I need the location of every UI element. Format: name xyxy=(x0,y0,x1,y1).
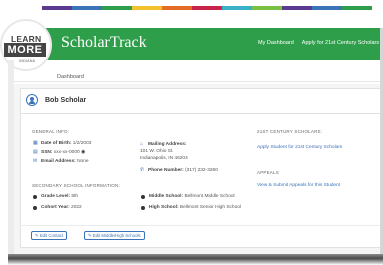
home-icon: ⌂ xyxy=(140,141,144,147)
middle-school-bullet xyxy=(141,195,145,199)
middle-school-label: Middle School: xyxy=(149,194,184,199)
phone-icon: ✆ xyxy=(140,167,145,173)
high-school-label: High School: xyxy=(149,205,179,210)
cohort-value: 2022 xyxy=(71,205,82,210)
phone-row: Phone Number: (317) 232-3260 xyxy=(148,168,218,173)
ssn-label: SSN: xyxy=(41,150,53,155)
cohort-row: Cohort Year: 2022 xyxy=(41,205,82,210)
email-value: None xyxy=(77,159,89,164)
phone-label: Phone Number: xyxy=(148,168,184,173)
brand-color-stripe xyxy=(42,6,372,10)
stripe-segment xyxy=(72,6,102,10)
general-info-heading: GENERAL INFO: xyxy=(32,129,70,134)
edit-schools-label: Edit Middle/High Schools xyxy=(92,233,141,238)
email-label: Email Address: xyxy=(41,159,76,164)
ssn-value: xxx-xx-0000 xyxy=(53,150,80,155)
user-avatar-body xyxy=(29,101,35,104)
stripe-segment xyxy=(102,6,132,10)
id-card-icon: ▤ xyxy=(33,149,38,155)
stripe-segment xyxy=(342,6,372,10)
appeals-heading: APPEALS xyxy=(257,170,279,175)
mailing-label: Mailing Address: xyxy=(148,142,187,147)
high-school-row: High School: Bellmont Senior High School xyxy=(149,205,241,210)
app-brand-title[interactable]: ScholarTrack xyxy=(61,34,147,52)
nav-links: My Dashboard Apply for 21st Century Scho… xyxy=(258,40,383,46)
mailing-line2: Indianapolis, IN 46204 xyxy=(140,156,188,161)
nav-link-dashboard[interactable]: My Dashboard xyxy=(258,40,294,46)
ssn-row: SSN: xxx-xx-0000 ◉ xyxy=(41,150,85,155)
edit-contact-button[interactable]: ✎ Edit Contact xyxy=(31,231,68,240)
calendar-icon: ▦ xyxy=(33,140,38,146)
middle-school-row: Middle School: Bellmont Middle School xyxy=(149,194,235,199)
stripe-segment xyxy=(282,6,312,10)
stripe-segment xyxy=(222,6,252,10)
edit-schools-button[interactable]: ✎ Edit Middle/High Schools xyxy=(84,231,145,240)
view-submit-appeals-link[interactable]: View & Submit Appeals for this Student xyxy=(257,183,340,188)
dob-row: Date of Birth: 1/2/2003 xyxy=(41,141,91,146)
stripe-segment xyxy=(192,6,222,10)
reveal-eye-icon[interactable]: ◉ xyxy=(81,150,85,155)
pencil-icon: ✎ xyxy=(88,233,92,238)
high-school-bullet xyxy=(141,206,145,210)
stripe-segment xyxy=(42,6,72,10)
stripe-segment xyxy=(312,6,342,10)
stripe-segment xyxy=(132,6,162,10)
dob-value: 1/2/2003 xyxy=(72,141,92,146)
grade-label: Grade Level: xyxy=(41,194,71,199)
century-scholars-heading: 21ST CENTURY SCHOLARS: xyxy=(257,129,323,134)
logo-text-more: MORE xyxy=(4,43,46,57)
grade-bullet xyxy=(33,195,37,199)
stripe-segment xyxy=(252,6,282,10)
stripe-segment xyxy=(162,6,192,10)
grade-value: 8th xyxy=(71,194,79,199)
cohort-label: Cohort Year: xyxy=(41,205,70,210)
bottom-edge-shadow xyxy=(8,254,383,265)
secondary-school-heading: SECONDARY SCHOOL INFORMATION: xyxy=(32,183,120,188)
card-footer-divider xyxy=(20,225,383,226)
mailing-line1: 101 W. Ohio St. xyxy=(140,149,174,154)
dob-label: Date of Birth: xyxy=(41,141,72,146)
envelope-icon: ✉ xyxy=(33,158,38,164)
grade-row: Grade Level: 8th xyxy=(41,194,78,199)
email-row: Email Address: None xyxy=(41,159,89,164)
breadcrumb-dashboard[interactable]: Dashboard xyxy=(57,74,84,80)
edit-contact-label: Edit Contact xyxy=(39,233,64,238)
logo-text-indiana: INDIANA xyxy=(19,59,36,63)
middle-school-value: Bellmont Middle School xyxy=(184,194,235,199)
apply-century-scholars-link[interactable]: Apply Student for 21st Century Scholars xyxy=(257,145,342,150)
high-school-value: Bellmont Senior High School xyxy=(179,205,241,210)
pencil-icon: ✎ xyxy=(35,233,39,238)
cohort-bullet xyxy=(33,206,37,210)
nav-link-apply-scholars[interactable]: Apply for 21st Century Scholars xyxy=(302,40,379,46)
phone-value: (317) 232-3260 xyxy=(185,168,218,173)
student-name: Bob Scholar xyxy=(45,97,87,104)
